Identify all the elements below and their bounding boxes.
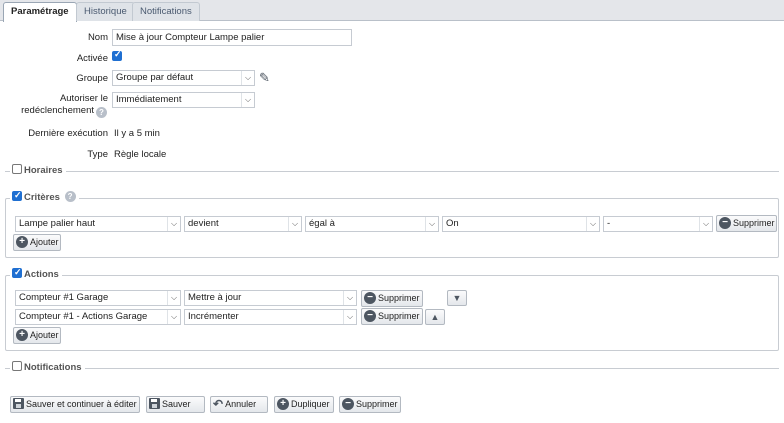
chevron-down-icon: ⌵ [343,310,356,324]
chevron-down-icon: ⌵ [586,217,599,231]
criteres-title[interactable]: Critères [24,192,60,203]
groupe-select[interactable]: Groupe par défaut ⌵ [112,70,255,86]
save-continue-label: Sauver et continuer à éditer [26,399,137,409]
redeclenchement-label-line1: Autoriser le [59,93,108,104]
action-type-select[interactable]: Incrémenter ⌵ [184,309,357,325]
horaires-title[interactable]: Horaires [24,165,63,176]
tab-historique[interactable]: Historique [76,2,135,21]
delete-button[interactable]: − Supprimer [339,396,401,413]
criteria-add-label: Ajouter [30,237,59,247]
redeclenchement-select[interactable]: Immédiatement ⌵ [112,92,255,108]
actions-checkbox[interactable] [12,266,22,279]
pencil-icon[interactable]: ✎ [259,71,270,84]
plus-circle-icon: + [16,235,28,248]
actions-title[interactable]: Actions [24,269,59,280]
criteria-operator-select[interactable]: égal à ⌵ [305,216,439,232]
duplicate-label: Dupliquer [291,399,330,409]
action-device-select[interactable]: Compteur #1 - Actions Garage ⌵ [15,309,181,325]
redeclenchement-label-line2: redéclenchement [21,105,94,116]
tab-notifications[interactable]: Notifications [132,2,200,21]
criteria-delete-button[interactable]: − Supprimer [716,215,777,232]
duplicate-button[interactable]: + Dupliquer [274,396,334,413]
chevron-down-icon: ⌵ [241,93,254,107]
criteria-device-value: Lampe palier haut [19,218,96,229]
criteres-legend: Critères ? [10,189,79,204]
nom-label: Nom [87,32,108,43]
move-down-button[interactable]: ▼ [447,290,467,306]
notifications-checkbox[interactable] [12,361,22,372]
type-value: Règle locale [114,149,167,160]
triangle-up-icon: ▲ [430,312,440,322]
tab-parametrage[interactable]: Paramétrage [3,2,77,22]
action-device-value: Compteur #1 - Actions Garage [19,311,148,322]
notifications-legend: Notifications [10,361,85,374]
chevron-down-icon: ⌵ [425,217,438,231]
action-type-value: Mettre à jour [188,292,242,303]
derniere-execution-label: Dernière exécution [28,128,108,139]
action-delete-button[interactable]: − Supprimer [361,290,423,307]
horaires-divider [5,171,779,172]
save-label: Sauver [162,399,191,409]
plus-circle-icon: + [16,328,28,341]
notifications-divider [5,368,779,369]
action-delete-button[interactable]: − Supprimer [361,308,423,325]
chevron-down-icon: ⌵ [167,291,180,305]
floppy-icon [149,398,160,410]
name-input[interactable] [112,29,352,46]
question-icon[interactable]: ? [64,190,76,202]
horaires-legend: Horaires [10,164,66,177]
chevron-down-icon: ⌵ [167,217,180,231]
action-device-value: Compteur #1 Garage [19,292,109,303]
minus-circle-icon: − [364,291,376,304]
plus-circle-icon: + [277,397,289,410]
groupe-label: Groupe [76,73,108,84]
question-icon[interactable]: ? [96,107,107,118]
criteria-extra-value: - [607,218,611,229]
action-type-value: Incrémenter [188,311,239,322]
chevron-down-icon: ⌵ [288,217,301,231]
save-button[interactable]: Sauver [146,396,205,413]
criteria-event-select[interactable]: devient ⌵ [184,216,302,232]
groupe-select-value: Groupe par défaut [116,72,194,83]
criteria-add-button[interactable]: + Ajouter [13,234,61,251]
criteria-delete-label: Supprimer [733,218,775,228]
minus-circle-icon: − [364,309,376,322]
chevron-down-icon: ⌵ [241,71,254,85]
criteria-device-select[interactable]: Lampe palier haut ⌵ [15,216,181,232]
notifications-title[interactable]: Notifications [24,362,82,373]
type-label: Type [87,149,108,160]
triangle-down-icon: ▼ [452,293,462,303]
action-device-select[interactable]: Compteur #1 Garage ⌵ [15,290,181,306]
action-add-label: Ajouter [30,330,59,340]
activee-label: Activée [76,53,108,64]
delete-label: Supprimer [356,399,398,409]
criteria-extra-select[interactable]: - ⌵ [603,216,713,232]
chevron-down-icon: ⌵ [343,291,356,305]
criteria-event-value: devient [188,218,219,229]
move-up-button[interactable]: ▲ [425,309,445,325]
criteres-checkbox[interactable] [12,189,22,202]
minus-circle-icon: − [719,216,731,229]
cancel-label: Annuler [225,399,257,409]
floppy-icon [13,398,24,410]
redeclenchement-select-value: Immédiatement [116,94,182,105]
save-continue-button[interactable]: Sauver et continuer à éditer [10,396,140,413]
criteria-value-value: On [446,218,459,229]
chevron-down-icon: ⌵ [167,310,180,324]
criteria-value-select[interactable]: On ⌵ [442,216,600,232]
cancel-button[interactable]: ↶ Annuler [210,396,268,413]
action-type-select[interactable]: Mettre à jour ⌵ [184,290,357,306]
action-delete-label: Supprimer [378,293,420,303]
activee-checkbox[interactable] [112,49,122,61]
minus-circle-icon: − [342,397,354,410]
actions-legend: Actions [10,266,62,281]
tab-bar: Paramétrage Historique Notifications [0,0,784,22]
undo-icon: ↶ [213,396,224,411]
chevron-down-icon: ⌵ [699,217,712,231]
action-delete-label: Supprimer [378,311,420,321]
derniere-execution-value: Il y a 5 min [114,128,160,139]
horaires-checkbox[interactable] [12,164,22,175]
criteria-operator-value: égal à [309,218,335,229]
action-add-button[interactable]: + Ajouter [13,327,61,344]
